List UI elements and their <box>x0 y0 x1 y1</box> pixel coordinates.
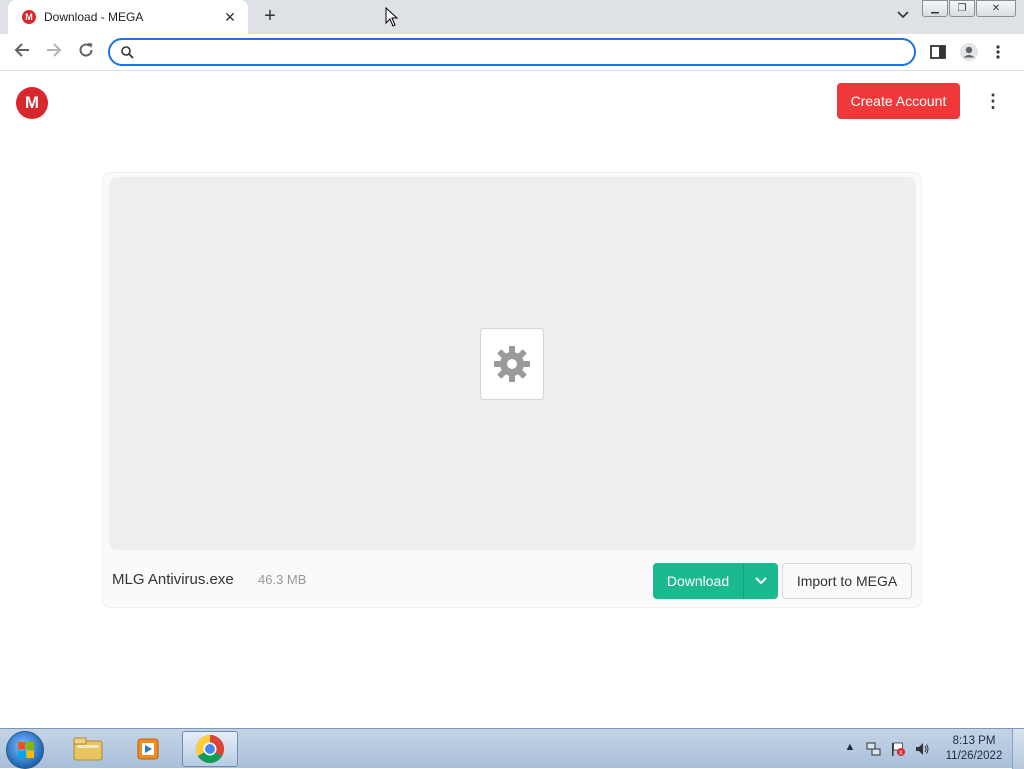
file-preview <box>109 177 916 550</box>
windows-start-icon[interactable] <box>6 731 44 769</box>
svg-text:x: x <box>899 749 903 757</box>
reload-icon[interactable] <box>74 41 98 65</box>
search-icon <box>121 46 134 59</box>
system-tray: ▲ x <box>840 729 936 769</box>
chevron-down-icon[interactable] <box>897 8 909 22</box>
gear-icon <box>494 346 530 382</box>
import-to-mega-button[interactable]: Import to MEGA <box>782 563 912 599</box>
clock-date: 11/26/2022 <box>945 750 1003 762</box>
tray-expand-icon[interactable]: ▲ <box>840 741 860 757</box>
show-desktop-button[interactable] <box>1012 729 1024 769</box>
download-label[interactable]: Download <box>653 563 743 599</box>
flag-icon[interactable]: x <box>888 741 908 757</box>
side-panel-icon[interactable] <box>928 42 948 62</box>
volume-icon[interactable] <box>912 741 932 757</box>
window-controls: ▁ ❐ ✕ <box>921 0 1016 17</box>
minimize-button[interactable]: ▁ <box>922 0 948 17</box>
browser-menu-icon[interactable] <box>994 42 1014 62</box>
close-icon[interactable]: ✕ <box>222 9 238 26</box>
restore-button[interactable]: ❐ <box>949 0 975 17</box>
forward-icon[interactable] <box>42 41 66 65</box>
clock-time: 8:13 PM <box>952 735 996 747</box>
media-player-icon[interactable] <box>120 731 176 767</box>
network-icon[interactable] <box>864 741 884 757</box>
window-close-button[interactable]: ✕ <box>976 0 1016 17</box>
chrome-icon[interactable] <box>182 731 238 767</box>
download-button[interactable]: Download <box>653 563 778 599</box>
mouse-cursor-icon <box>385 7 399 27</box>
plus-icon[interactable]: + <box>260 6 280 26</box>
mega-page: M Create Account ⋮ MLG Antivirus.exe 46.… <box>0 72 1024 728</box>
chevron-down-icon[interactable] <box>744 563 778 599</box>
browser-titlebar: M Download - MEGA ✕ + ▁ ❐ ✕ <box>0 0 1024 34</box>
browser-toolbar <box>0 34 1024 71</box>
file-thumbnail <box>480 328 544 400</box>
tab-title: Download - MEGA <box>44 10 144 24</box>
kebab-menu-icon[interactable]: ⋮ <box>984 90 1002 112</box>
windows-taskbar: ▲ x 8:13 PM 11/26/2022 <box>0 728 1024 769</box>
address-bar[interactable] <box>108 38 916 66</box>
back-icon[interactable] <box>10 41 34 65</box>
file-card: MLG Antivirus.exe 46.3 MB Download Impor… <box>102 172 922 608</box>
taskbar-clock[interactable]: 8:13 PM 11/26/2022 <box>940 734 1008 764</box>
address-input[interactable] <box>142 44 902 60</box>
file-size: 46.3 MB <box>258 572 307 587</box>
profile-icon[interactable] <box>959 42 979 62</box>
explorer-icon[interactable] <box>60 731 116 767</box>
create-account-button[interactable]: Create Account <box>837 83 960 119</box>
mega-favicon-icon: M <box>22 10 36 24</box>
file-name: MLG Antivirus.exe <box>112 571 234 588</box>
browser-tab-active[interactable]: M Download - MEGA ✕ <box>8 0 248 34</box>
mega-logo[interactable]: M <box>16 87 48 119</box>
